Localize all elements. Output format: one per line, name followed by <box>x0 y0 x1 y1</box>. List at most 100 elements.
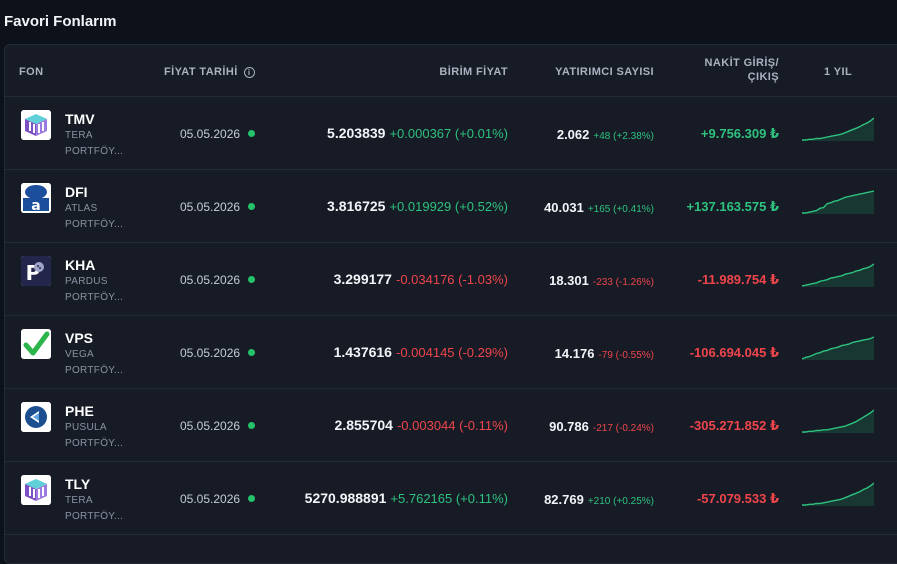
cash-flow: +137.163.575 ₺ <box>686 199 779 214</box>
investor-count-change: +48 (+2.38%) <box>593 131 654 142</box>
table-row[interactable]: TMV TERA PORTFÖY... 05.05.2026 5.203839 +0.00… <box>5 97 897 170</box>
fund-logo <box>21 329 51 359</box>
investor-count: 40.031 +165 (+0.41%) <box>544 199 654 217</box>
live-status-dot <box>248 495 255 502</box>
cash-flow: -106.694.045 ₺ <box>689 345 779 360</box>
unit-price-change: -0.004145 (-0.29%) <box>395 345 508 360</box>
table-row[interactable]: VPS VEGA PORTFÖY... 05.05.2026 1.437616 -0.00… <box>5 316 897 389</box>
price-date: 05.05.2026 <box>180 492 241 506</box>
live-status-dot <box>248 203 255 210</box>
table-row[interactable]: a DFI ATLAS PORTFÖY... 05.05.2026 3.816725 +0.… <box>5 170 897 243</box>
investor-count-value: 2.062 <box>556 127 590 142</box>
fund-company: PUSULA <box>65 422 107 433</box>
one-year-sparkline <box>802 409 875 438</box>
unit-price: 3.816725 +0.019929 (+0.52%) <box>327 198 508 214</box>
fund-company-suffix: PORTFÖY... <box>65 292 124 303</box>
cash-flow: -11.989.754 ₺ <box>697 272 779 287</box>
live-status-dot <box>248 130 255 137</box>
unit-price-value: 5.203839 <box>327 125 386 141</box>
investor-count-value: 18.301 <box>549 273 589 288</box>
fund-code[interactable]: DFI <box>65 184 88 200</box>
investor-count-value: 14.176 <box>554 346 595 361</box>
live-status-dot <box>248 422 255 429</box>
investor-count: 90.786 -217 (-0.24%) <box>549 418 654 436</box>
fund-logo <box>21 110 51 140</box>
unit-price: 3.299177 -0.034176 (-1.03%) <box>334 271 508 287</box>
price-date: 05.05.2026 <box>180 346 241 360</box>
unit-price: 5270.988891 +5.762165 (+0.11%) <box>305 490 508 506</box>
price-date: 05.05.2026 <box>180 200 241 214</box>
investor-count-change: -217 (-0.24%) <box>592 423 654 434</box>
investor-count: 18.301 -233 (-1.26%) <box>549 272 654 290</box>
table-row[interactable]: PHE PUSULA PORTFÖY... 05.05.2026 2.855704 -0.… <box>5 389 897 462</box>
fund-code[interactable]: TLY <box>65 476 90 492</box>
header-birim-fiyat[interactable]: BİRİM FİYAT <box>439 65 508 79</box>
table-row[interactable]: TLY TERA PORTFÖY... 05.05.2026 5270.988891 +5… <box>5 462 897 535</box>
unit-price-value: 2.855704 <box>334 417 393 433</box>
favorite-funds-table: FON FİYAT TARİHİ i BİRİM FİYAT YATIRIMCI… <box>4 44 897 564</box>
investor-count: 14.176 -79 (-0.55%) <box>555 345 654 363</box>
fund-code[interactable]: KHA <box>65 257 95 273</box>
unit-price-change: -0.034176 (-1.03%) <box>395 272 508 287</box>
table-row[interactable]: P KHA PARDUS PORTFÖY... 05.05.2026 3.299177 -0… <box>5 243 897 316</box>
info-icon[interactable]: i <box>243 66 255 78</box>
fund-company: TERA <box>65 495 93 506</box>
price-date: 05.05.2026 <box>180 419 241 433</box>
one-year-sparkline <box>801 336 875 365</box>
one-year-sparkline <box>802 482 875 511</box>
fund-company-suffix: PORTFÖY... <box>65 219 124 230</box>
price-date: 05.05.2026 <box>180 127 241 141</box>
investor-count-change: -79 (-0.55%) <box>598 350 654 361</box>
fund-code[interactable]: TMV <box>65 111 95 127</box>
fund-company: PARDUS <box>65 276 108 287</box>
one-year-sparkline <box>801 263 875 292</box>
cash-flow: -305.271.852 ₺ <box>689 418 779 433</box>
investor-count: 82.769 +210 (+0.25%) <box>544 491 654 509</box>
header-fiyat-tarihi[interactable]: FİYAT TARİHİ i <box>164 65 255 79</box>
fund-logo <box>21 475 51 505</box>
unit-price-value: 5270.988891 <box>304 490 387 506</box>
fund-company-suffix: PORTFÖY... <box>65 365 124 376</box>
svg-text:a: a <box>31 198 40 213</box>
unit-price-change: +0.019929 (+0.52%) <box>389 199 508 214</box>
unit-price-change: +0.000367 (+0.01%) <box>389 126 508 141</box>
investor-count: 2.062 +48 (+2.38%) <box>557 126 654 144</box>
live-status-dot <box>248 349 255 356</box>
live-status-dot <box>248 276 255 283</box>
fund-company-suffix: PORTFÖY... <box>65 146 124 157</box>
header-yatirimci-sayisi[interactable]: YATIRIMCI SAYISI <box>555 65 654 79</box>
investor-count-change: +210 (+0.25%) <box>587 496 654 507</box>
cash-flow: -57.079.533 ₺ <box>696 491 779 506</box>
one-year-sparkline <box>802 117 875 146</box>
fund-company-suffix: PORTFÖY... <box>65 438 124 449</box>
unit-price: 2.855704 -0.003044 (-0.11%) <box>335 417 508 433</box>
unit-price-value: 3.816725 <box>327 198 386 214</box>
investor-count-change: -233 (-1.26%) <box>592 277 654 288</box>
unit-price: 5.203839 +0.000367 (+0.01%) <box>327 125 508 141</box>
fund-company: VEGA <box>65 349 94 360</box>
unit-price-value: 1.437616 <box>333 344 392 360</box>
header-fiyat-tarihi-label: FİYAT TARİHİ <box>164 66 238 78</box>
table-header: FON FİYAT TARİHİ i BİRİM FİYAT YATIRIMCI… <box>5 45 897 97</box>
fund-company-suffix: PORTFÖY... <box>65 511 124 522</box>
header-nakit-giris-cikis[interactable]: NAKİT GİRİŞ/ ÇIKIŞ <box>689 56 779 84</box>
fund-code[interactable]: PHE <box>65 403 94 419</box>
cash-flow: +9.756.309 ₺ <box>700 126 779 141</box>
unit-price-change: -0.003044 (-0.11%) <box>396 418 508 433</box>
header-fon[interactable]: FON <box>19 65 43 79</box>
fund-logo: a <box>21 183 51 213</box>
fund-logo: P <box>21 256 51 286</box>
fund-code[interactable]: VPS <box>65 330 93 346</box>
header-nakit-line1: NAKİT GİRİŞ/ <box>704 57 779 69</box>
one-year-sparkline <box>802 190 875 219</box>
fund-logo <box>21 402 51 432</box>
unit-price-change: +5.762165 (+0.11%) <box>390 491 508 506</box>
header-nakit-line2: ÇIKIŞ <box>747 71 779 83</box>
fund-company: TERA <box>65 130 93 141</box>
investor-count-value: 40.031 <box>544 200 584 215</box>
header-1-yil[interactable]: 1 YIL <box>824 65 852 79</box>
unit-price-value: 3.299177 <box>333 271 392 287</box>
investor-count-value: 90.786 <box>549 419 589 434</box>
investor-count-change: +165 (+0.41%) <box>587 204 654 215</box>
page-title: Favori Fonlarım <box>4 13 117 30</box>
